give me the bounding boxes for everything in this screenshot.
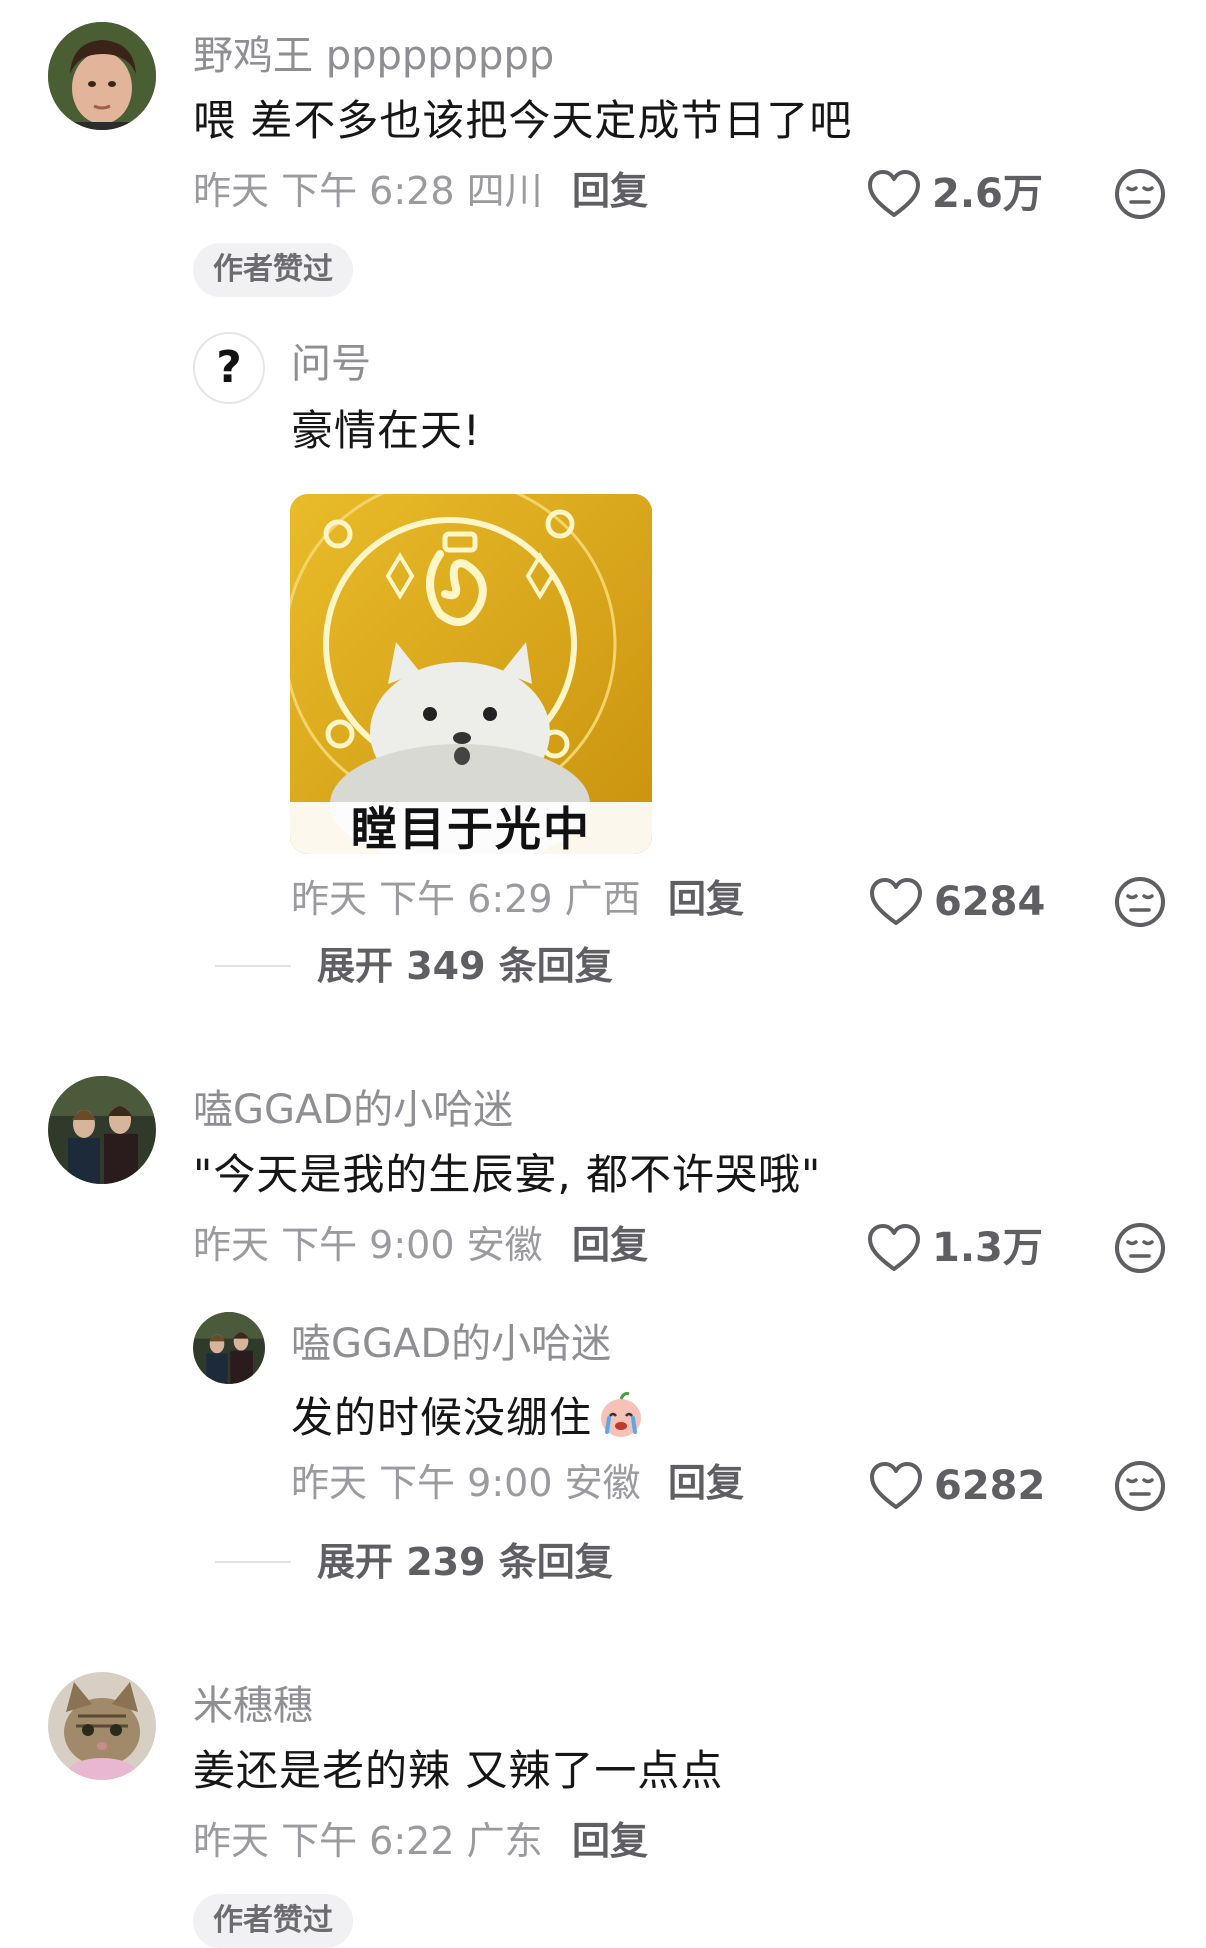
comment-meta: 昨天 下午 9:00 安徽	[291, 1461, 641, 1505]
comment-text: 姜还是老的辣 又辣了一点点	[193, 1746, 724, 1795]
like-button[interactable]: 1.3万	[866, 1222, 1043, 1274]
heart-outline-icon	[866, 1222, 922, 1274]
comment-meta: 昨天 下午 6:28 四川	[193, 169, 543, 213]
meh-face-icon[interactable]	[1113, 875, 1167, 929]
username[interactable]: 野鸡王 ppppppppp	[193, 36, 554, 76]
like-count: 6282	[934, 1463, 1046, 1509]
comment-text: 喂 差不多也该把今天定成节日了吧	[193, 96, 853, 145]
divider-line	[215, 965, 291, 967]
avatar[interactable]	[48, 1076, 156, 1184]
like-button[interactable]: 6282	[868, 1460, 1045, 1512]
author-liked-badge: 作者赞过	[193, 1894, 353, 1948]
comment-meta: 昨天 下午 6:29 广西	[291, 877, 641, 921]
heart-outline-icon	[868, 876, 924, 928]
username[interactable]: 嗑GGAD的小哈迷	[193, 1090, 513, 1130]
like-button[interactable]: 6284	[868, 876, 1045, 928]
username[interactable]: 问号	[291, 344, 371, 384]
comment-text: 发的时候没绷住	[291, 1390, 646, 1440]
question-mark-avatar: ?	[216, 342, 242, 393]
reply-button[interactable]: 回复	[572, 1822, 648, 1860]
avatar-photo	[48, 1672, 156, 1780]
comment-meta: 昨天 下午 9:00 安徽	[193, 1223, 543, 1267]
reply-button[interactable]: 回复	[572, 172, 648, 210]
like-count: 1.3万	[932, 1225, 1043, 1271]
expand-replies[interactable]: 展开 349 条回复	[215, 947, 613, 985]
meh-face-icon[interactable]	[1113, 1221, 1167, 1275]
cat-sticker	[290, 494, 652, 854]
avatar[interactable]	[48, 22, 156, 130]
reply-button[interactable]: 回复	[572, 1226, 648, 1264]
heart-outline-icon	[866, 168, 922, 220]
author-liked-badge: 作者赞过	[193, 243, 353, 297]
like-count: 2.6万	[932, 171, 1043, 217]
expand-replies-label: 展开 349 条回复	[317, 944, 613, 988]
avatar[interactable]: ?	[193, 332, 265, 404]
avatar[interactable]	[48, 1672, 156, 1780]
comment-text-body: 发的时候没绷住	[291, 1393, 593, 1442]
sticker-caption: 瞠目于光中	[351, 802, 591, 854]
reply-button[interactable]: 回复	[668, 880, 744, 918]
avatar-photo	[193, 1312, 265, 1384]
like-count: 6284	[934, 879, 1046, 925]
meh-face-icon[interactable]	[1113, 1459, 1167, 1513]
avatar-photo	[48, 22, 156, 130]
avatar-photo	[48, 1076, 156, 1184]
avatar[interactable]	[193, 1312, 265, 1384]
comment-meta: 昨天 下午 6:22 广东	[193, 1819, 543, 1863]
like-button[interactable]: 2.6万	[866, 168, 1043, 220]
comment-text: "今天是我的生辰宴, 都不许哭哦"	[193, 1150, 822, 1199]
username[interactable]: 米穗穗	[193, 1686, 313, 1726]
comment-text: 豪情在天!	[291, 406, 481, 455]
divider-line	[215, 1561, 291, 1563]
expand-replies-label: 展开 239 条回复	[317, 1540, 613, 1584]
sticker-image[interactable]: 瞠目于光中	[290, 494, 652, 854]
reply-button[interactable]: 回复	[668, 1464, 744, 1502]
expand-replies[interactable]: 展开 239 条回复	[215, 1543, 613, 1581]
meh-face-icon[interactable]	[1113, 167, 1167, 221]
heart-outline-icon	[868, 1460, 924, 1512]
username[interactable]: 嗑GGAD的小哈迷	[291, 1324, 611, 1364]
crying-emoji-icon	[601, 1392, 642, 1437]
